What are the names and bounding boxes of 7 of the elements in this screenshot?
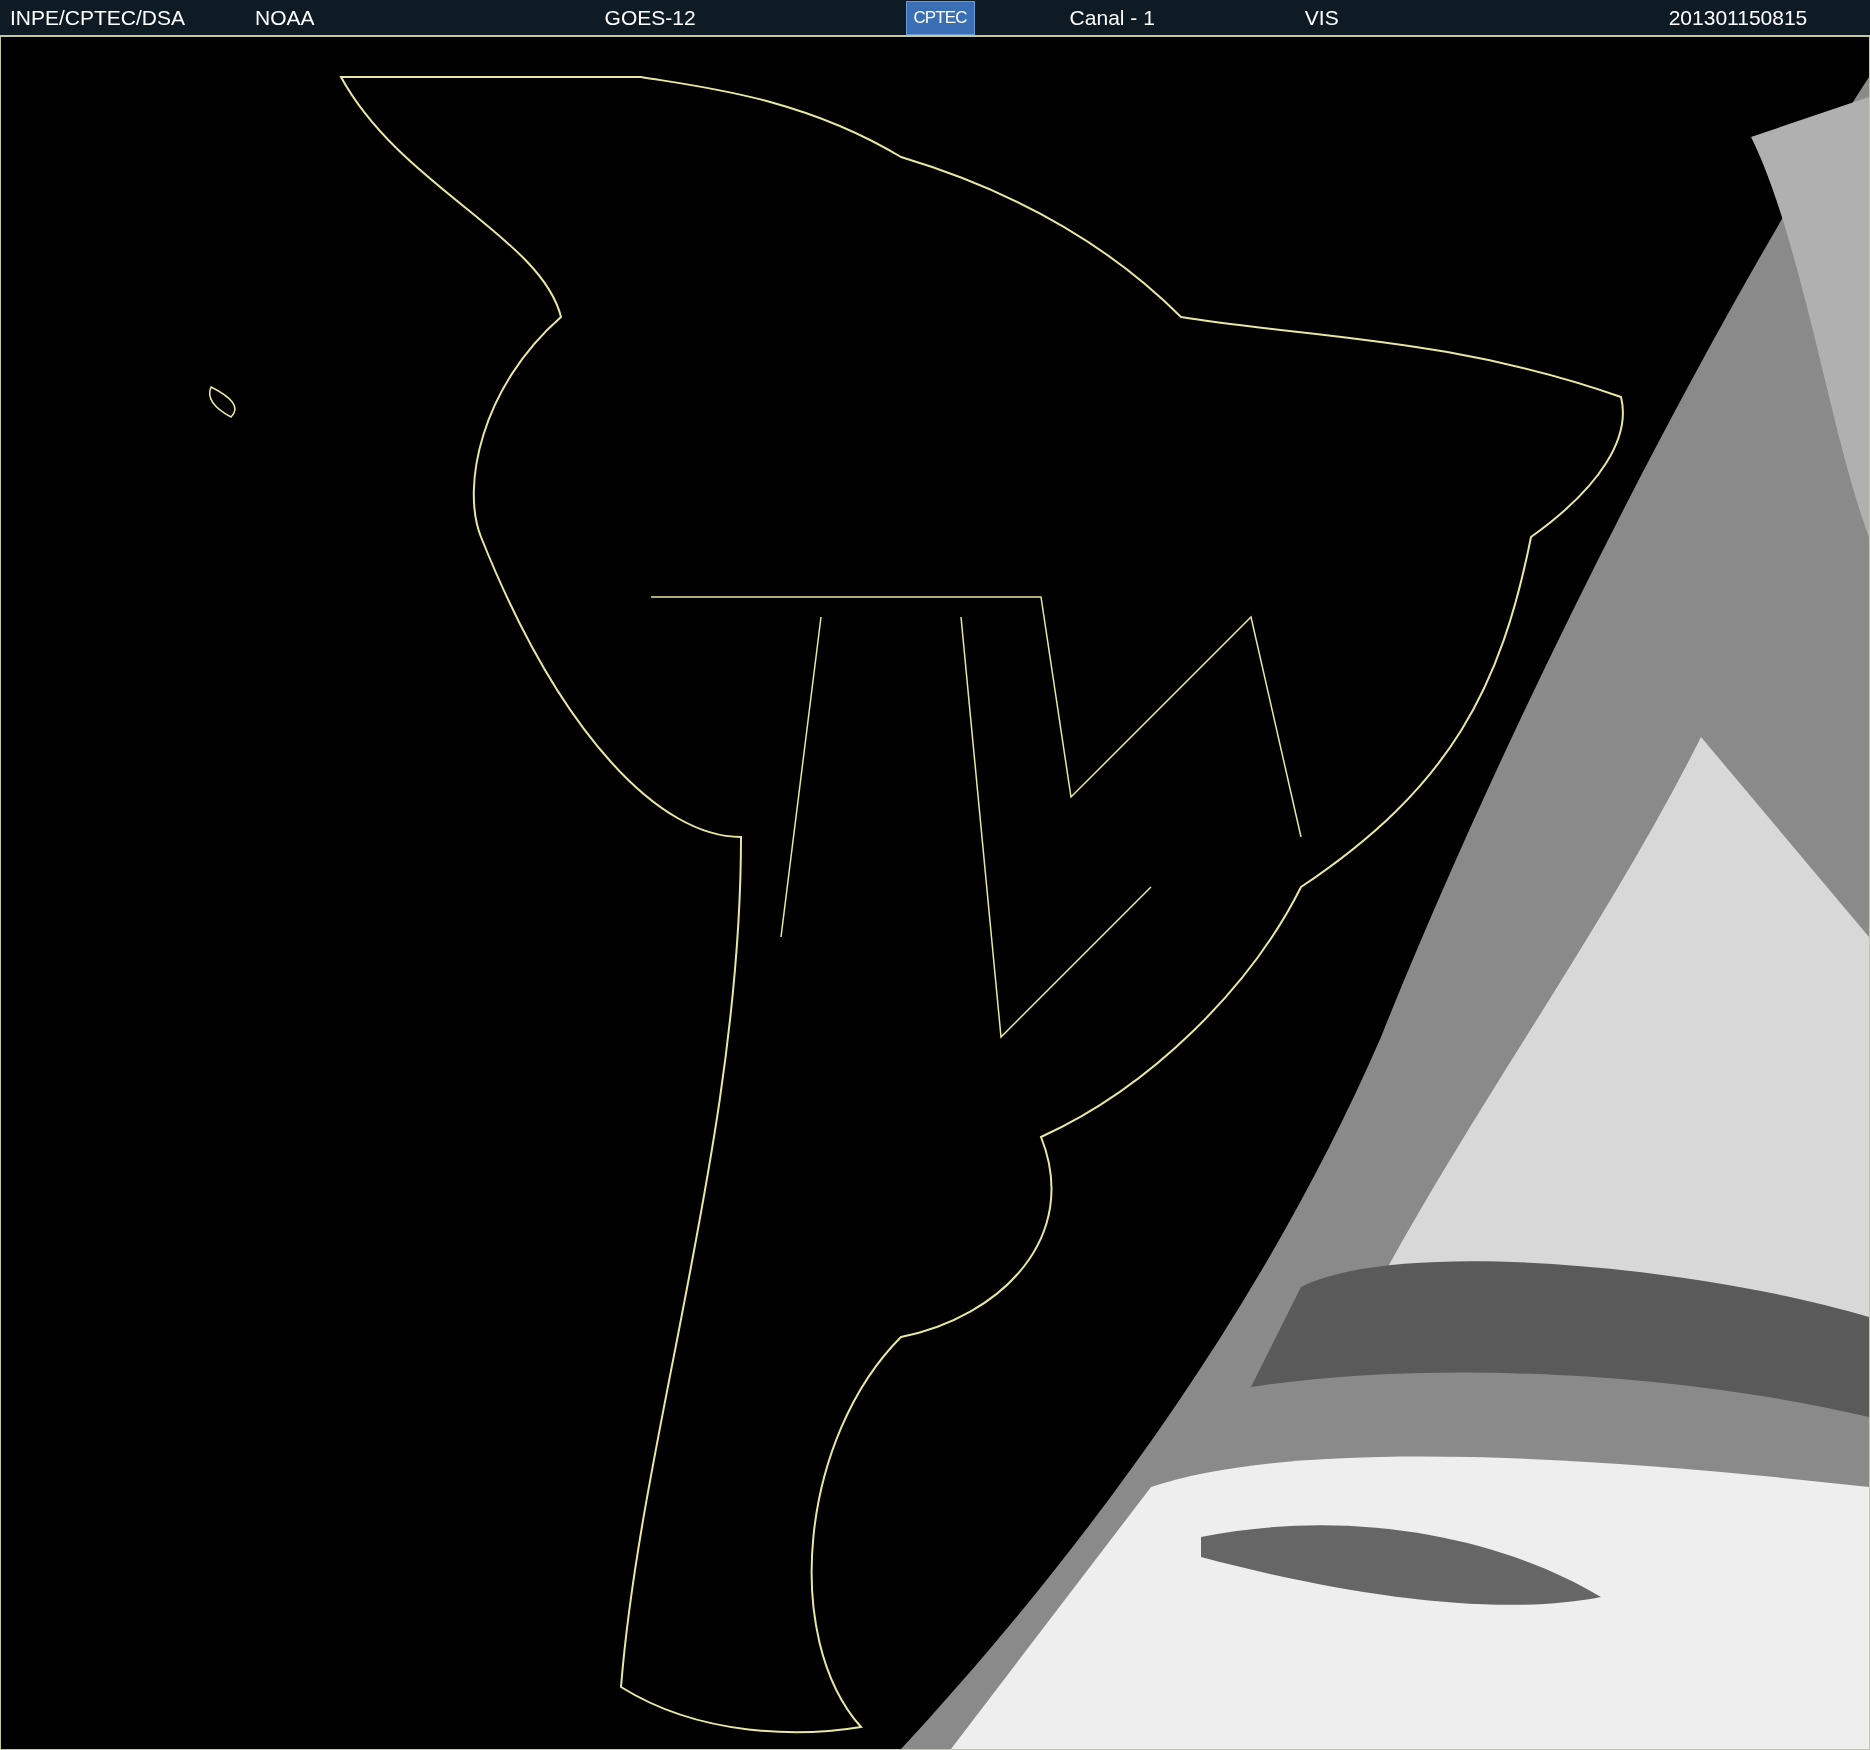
header-label: INPE/CPTEC/DSA <box>10 4 186 31</box>
header-label: 201301150815 <box>1668 4 1808 31</box>
header-label: NOAA <box>255 4 315 31</box>
header-label: GOES-12 <box>604 4 696 31</box>
header-label: Canal - 1 <box>1069 4 1155 31</box>
logo: CPTEC <box>905 0 975 35</box>
header-label: VIS <box>1304 4 1339 31</box>
